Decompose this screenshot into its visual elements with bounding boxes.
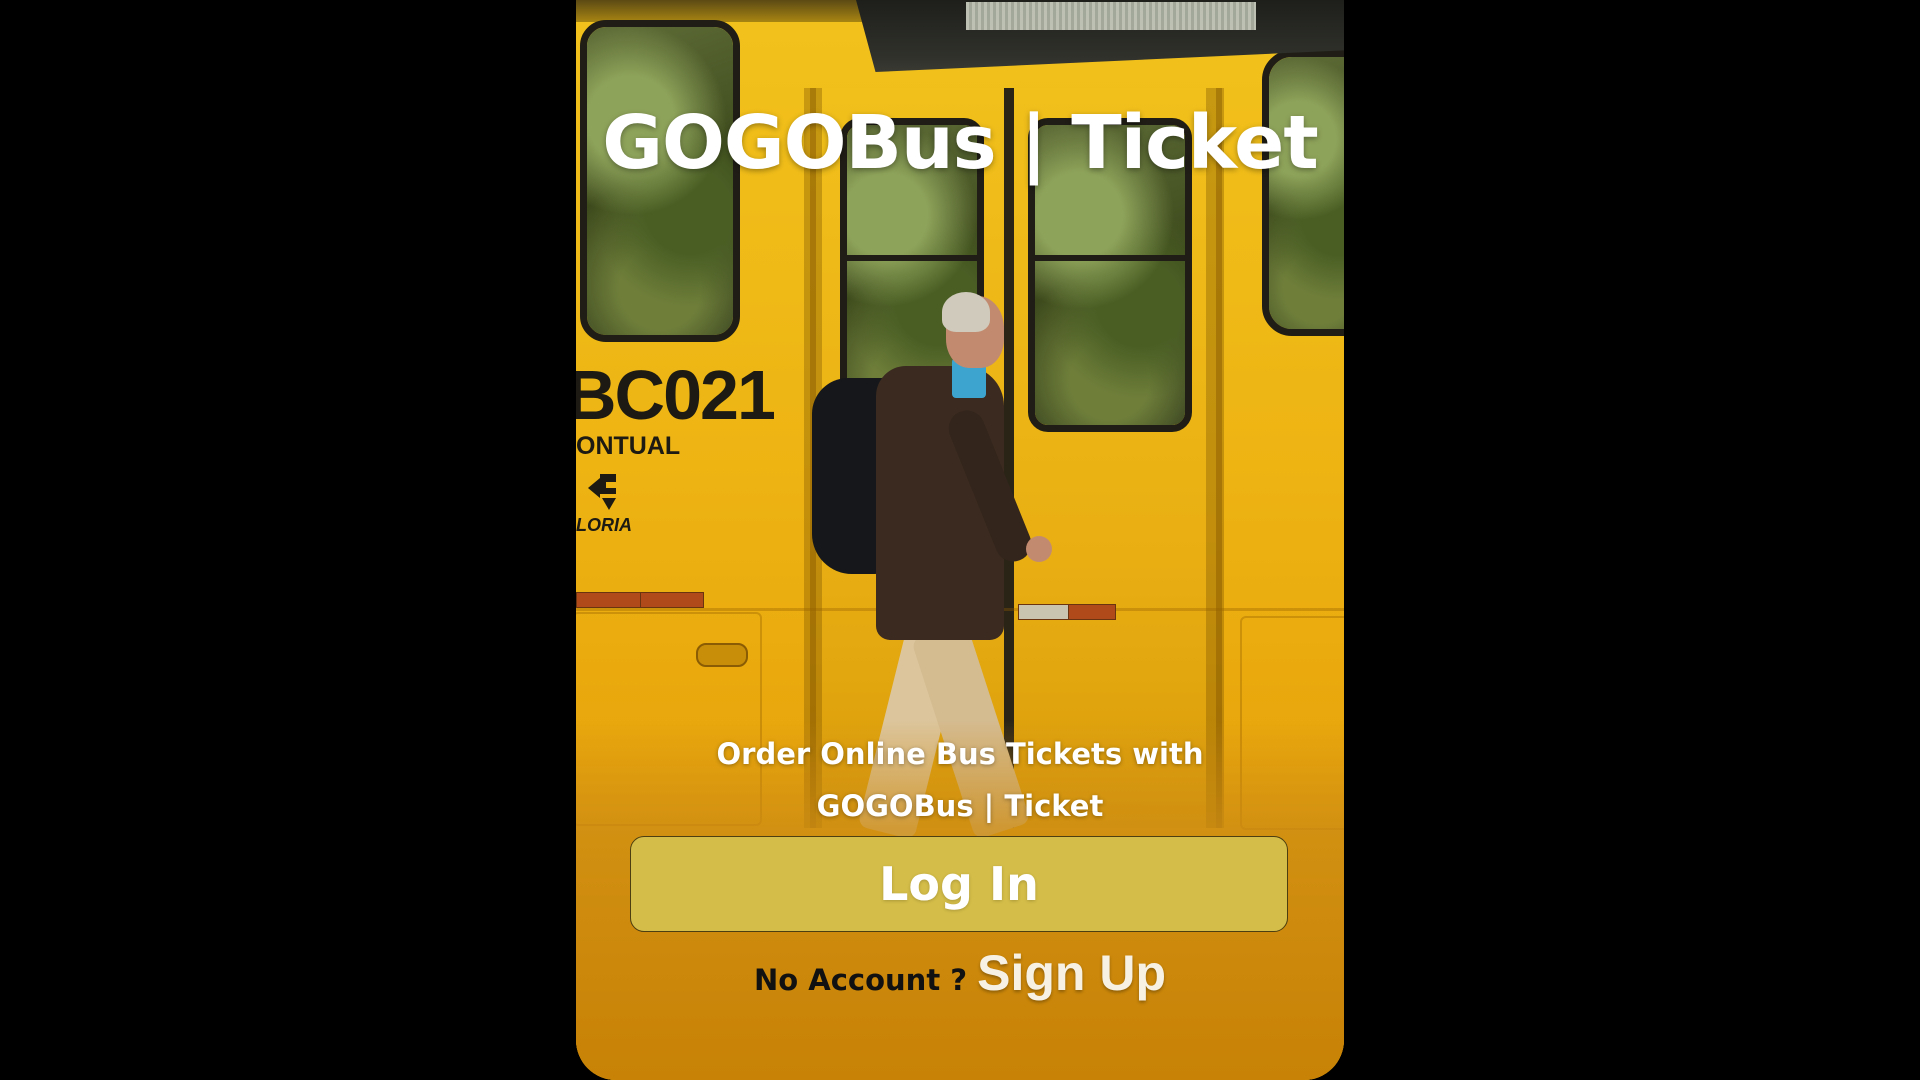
app-title: GOGOBus | Ticket <box>602 100 1318 186</box>
bus-label-plate <box>576 592 642 608</box>
signup-row: No Account ? Sign Up <box>576 944 1344 1004</box>
bus-window-right <box>1262 50 1344 336</box>
bus-sub-label: ONTUAL <box>576 432 681 460</box>
tagline-line-1: Order Online Bus Tickets with <box>716 737 1204 771</box>
bus-label-plate <box>640 592 704 608</box>
bus-shelter-light <box>966 2 1256 30</box>
bus-number: BC021 <box>576 356 776 434</box>
tagline: Order Online Bus Tickets with GOGOBus | … <box>576 728 1344 832</box>
bus-panel-handle <box>696 643 748 667</box>
door-frame-strip <box>1206 88 1224 828</box>
no-account-label: No Account ? <box>754 963 968 997</box>
signup-link[interactable]: Sign Up <box>977 944 1166 1002</box>
login-button[interactable]: Log In <box>630 836 1288 932</box>
bus-logo-text: LORIA <box>576 515 632 535</box>
tagline-line-2: GOGOBus | Ticket <box>816 789 1104 823</box>
app-screen: BC021 ONTUAL LORIA GOGOBus | Ticket Orde… <box>576 0 1344 1080</box>
bus-label-plate <box>1068 604 1116 620</box>
